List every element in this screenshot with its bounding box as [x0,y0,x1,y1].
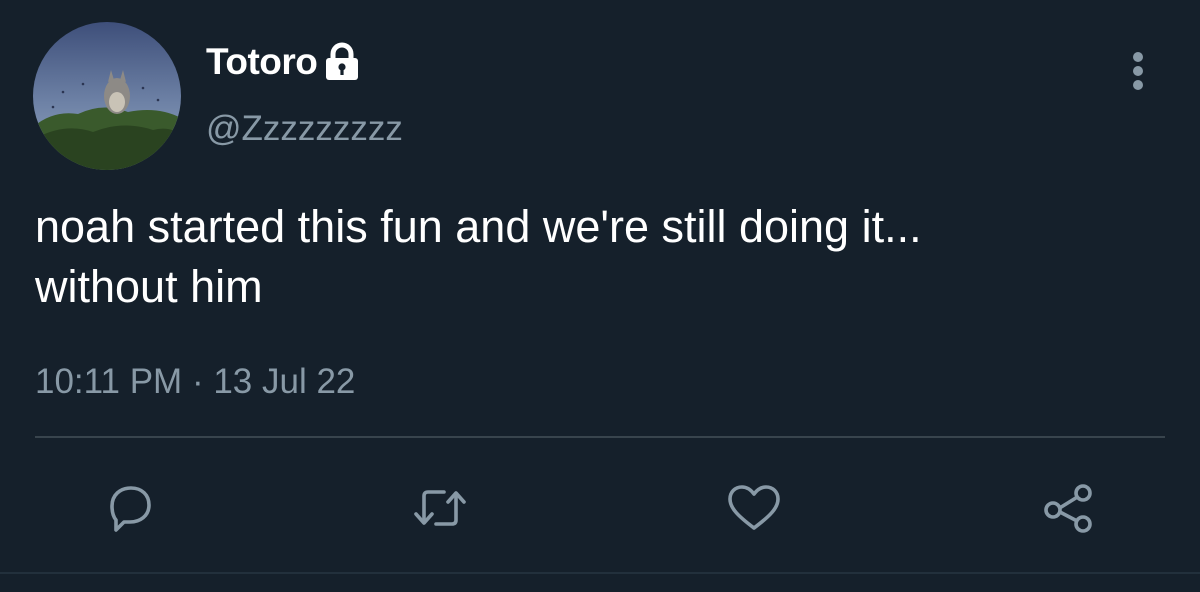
reply-icon [110,486,151,532]
lock-icon [323,42,361,82]
tweet-date[interactable]: 13 Jul 22 [213,362,355,401]
tweet-text-line: noah started this fun and we're still do… [35,201,922,252]
retweet-icon [414,490,466,526]
bottom-divider [0,572,1200,574]
retweet-button[interactable] [408,480,472,536]
avatar[interactable] [33,22,181,170]
more-options-button[interactable] [1116,46,1160,94]
share-icon [1044,484,1092,533]
user-handle[interactable]: @Zzzzzzzzz [206,105,403,153]
like-button[interactable] [722,480,786,536]
tweet-meta: 10:11 PM · 13 Jul 22 [35,358,355,406]
share-button[interactable] [1036,480,1100,536]
tweet-text: noah started this fun and we're still do… [35,197,1165,317]
reply-button[interactable] [98,480,162,536]
meta-separator: · [191,362,204,401]
more-vertical-icon [1133,52,1143,90]
heart-icon [728,485,780,530]
tweet-text-line: without him [35,261,263,312]
divider [35,436,1165,438]
tweet-time[interactable]: 10:11 PM [35,362,182,401]
display-name-row[interactable]: Totoro [206,38,361,86]
display-name[interactable]: Totoro [206,38,318,86]
